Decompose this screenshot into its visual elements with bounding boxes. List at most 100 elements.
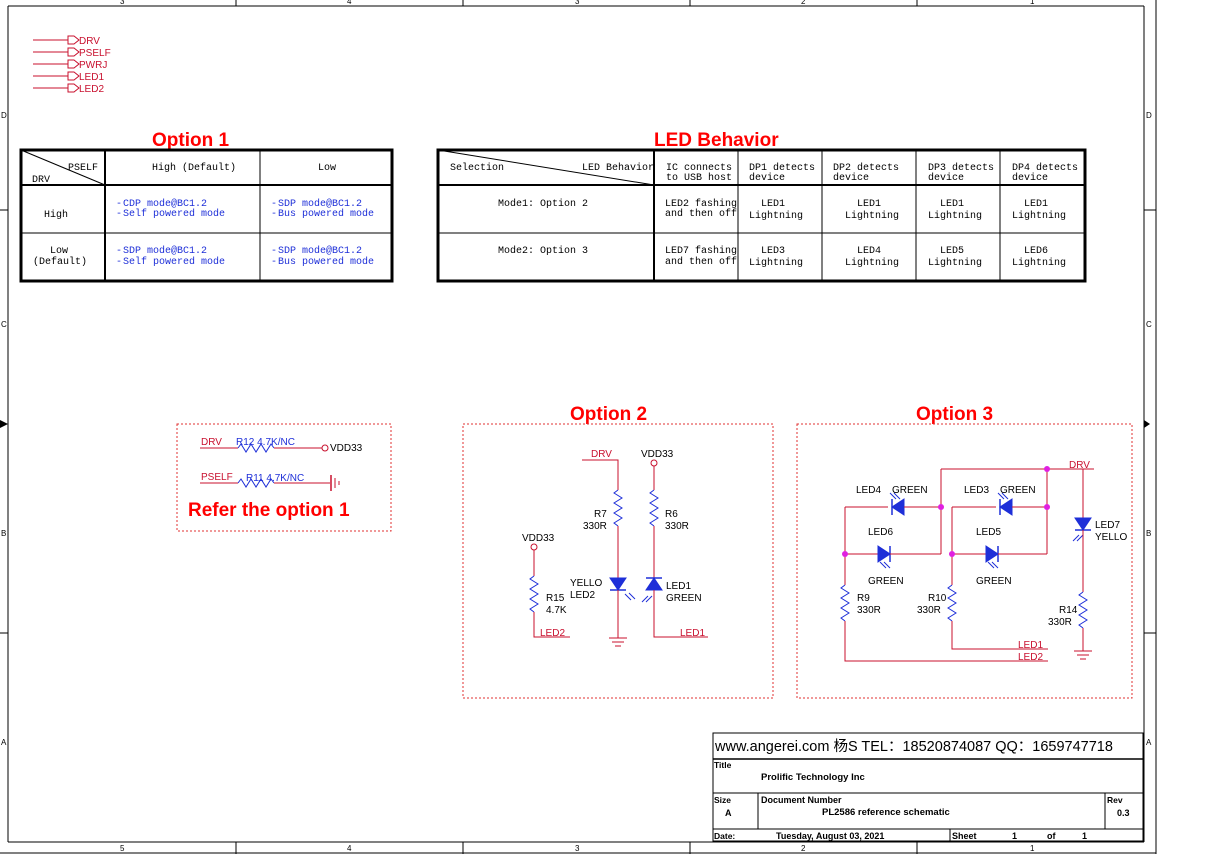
led-cell: Lightning [928, 210, 982, 222]
net-port-led2: LED2 [79, 84, 104, 95]
led2-diode [609, 577, 627, 591]
col-label-top: 4 [347, 0, 352, 6]
date-value: Tuesday, August 03, 2021 [776, 831, 884, 841]
col-label-bottom: 1 [1030, 844, 1035, 853]
option2-r15-value: 4.7K [546, 605, 567, 616]
resistor-r7 [613, 489, 623, 527]
led-cell: and then off [665, 208, 737, 220]
junction-dot [1044, 504, 1050, 510]
led-cell: LED3 [761, 246, 785, 257]
option3-r10-label: R10 [928, 593, 947, 604]
option2-r6-label: R6 [665, 509, 678, 520]
led-col-header: device [833, 172, 869, 184]
row-label-left: D [1, 111, 7, 120]
option3-led7-label: LED7 [1095, 520, 1120, 531]
led6-diode [877, 545, 891, 563]
option1-cell: SDP mode@BC1.2 [123, 245, 207, 257]
row-label-right: D [1146, 111, 1152, 120]
col-label-bottom: 2 [801, 844, 806, 853]
led-cell: LED1 [761, 199, 785, 210]
option3-drv-net: DRV [1069, 460, 1090, 471]
option3-led6-label: LED6 [868, 527, 893, 538]
option2-circuit [529, 459, 708, 647]
docnum-value: PL2586 reference schematic [822, 807, 950, 818]
led-cell: LED1 [857, 199, 881, 210]
resistor-r14 [1078, 591, 1088, 629]
led-cell: LED7 fashing [665, 245, 737, 257]
option2-vdd-left: VDD33 [522, 533, 555, 544]
refer-r11-label: R11 4.7K/NC [246, 473, 304, 484]
option2-r7-value: 330R [583, 521, 607, 532]
option2-led1-label: LED1 [666, 581, 691, 592]
refer-r12-label: R12 4.7K/NC [236, 437, 295, 448]
option2-r6-value: 330R [665, 521, 689, 532]
vdd-symbol [650, 459, 658, 467]
led-cell: Lightning [1012, 210, 1066, 222]
option3-led6-color: GREEN [868, 576, 904, 587]
junction-dots [842, 466, 1050, 557]
size-label: Size [714, 795, 731, 805]
led-mode2-label: Mode2: Option 3 [498, 245, 588, 257]
option3-led2-net: LED2 [1018, 652, 1043, 663]
col-label-top: 2 [801, 0, 806, 6]
led-behavior-title: LED Behavior [654, 130, 779, 151]
vdd-symbol [321, 444, 329, 452]
led-cell: LED4 [857, 246, 881, 257]
option3-r9-label: R9 [857, 593, 870, 604]
option2-vdd-top: VDD33 [641, 449, 674, 460]
rev-label: Rev [1107, 795, 1123, 805]
net-port-led1: LED1 [79, 72, 104, 83]
row-label-left: C [1, 320, 7, 329]
refer-vdd-label: VDD33 [330, 443, 363, 454]
option3-circuit [840, 468, 1094, 662]
sheet-label: Sheet [952, 831, 977, 841]
led1-diode [645, 577, 663, 591]
row-label-right: A [1146, 738, 1152, 747]
option1-col-low: Low [318, 163, 336, 174]
option1-cell-bullet: - [116, 257, 122, 268]
led-cell: LED5 [940, 246, 964, 257]
led-col-header: device [749, 172, 785, 184]
sheet-total: 1 [1082, 831, 1087, 841]
col-label-bottom: 3 [575, 844, 580, 853]
option3-r9-value: 330R [857, 605, 881, 616]
led-mode1-label: Mode1: Option 2 [498, 198, 588, 210]
option3-r14-value: 330R [1048, 617, 1072, 628]
sheet-number: 1 [1012, 831, 1017, 841]
led-cell: LED6 [1024, 246, 1048, 257]
option1-corner-pself: PSELF [68, 163, 98, 174]
led-cell: Lightning [928, 257, 982, 269]
led5-diode [985, 545, 999, 563]
col-label-top: 3 [120, 0, 125, 6]
option1-cell-bullet: - [271, 257, 277, 268]
led-col-header: to USB host [666, 172, 732, 184]
title-label: Title [714, 760, 732, 770]
row-label-right: B [1146, 529, 1151, 538]
center-arrow-left [0, 420, 8, 428]
col-label-top: 3 [575, 0, 580, 6]
sheet-of-label: of [1047, 831, 1056, 841]
led-cell: Lightning [845, 210, 899, 222]
option2-green-label: GREEN [666, 593, 702, 604]
option3-led5-label: LED5 [976, 527, 1001, 538]
option1-row-low: Low [50, 246, 68, 257]
option1-cell: Bus powered mode [278, 256, 374, 268]
option2-led2-label: LED2 [570, 590, 595, 601]
option1-cell-bullet: - [116, 246, 122, 257]
docnum-label: Document Number [761, 795, 842, 805]
border-labels: 3 4 3 2 1 5 4 3 2 1 D C B A D C B A [1, 0, 1152, 853]
option2-led2-net: LED2 [540, 628, 565, 639]
title-banner: www.angerei.com 杨S TEL：18520874087 QQ：16… [714, 738, 1113, 755]
option3-led7-color: YELLO [1095, 532, 1127, 543]
resistor-r6 [649, 489, 659, 527]
junction-dot [938, 504, 944, 510]
sheet-border [0, 0, 1157, 854]
led3-diode [999, 498, 1013, 516]
col-label-bottom: 5 [120, 844, 125, 853]
led-col-header: device [1012, 172, 1048, 184]
option1-cell: Bus powered mode [278, 208, 374, 220]
option3-r10-value: 330R [917, 605, 941, 616]
option1-cell: Self powered mode [123, 256, 225, 268]
led-corner-behavior: LED Behavior [582, 162, 654, 174]
led-cell: LED1 [940, 199, 964, 210]
